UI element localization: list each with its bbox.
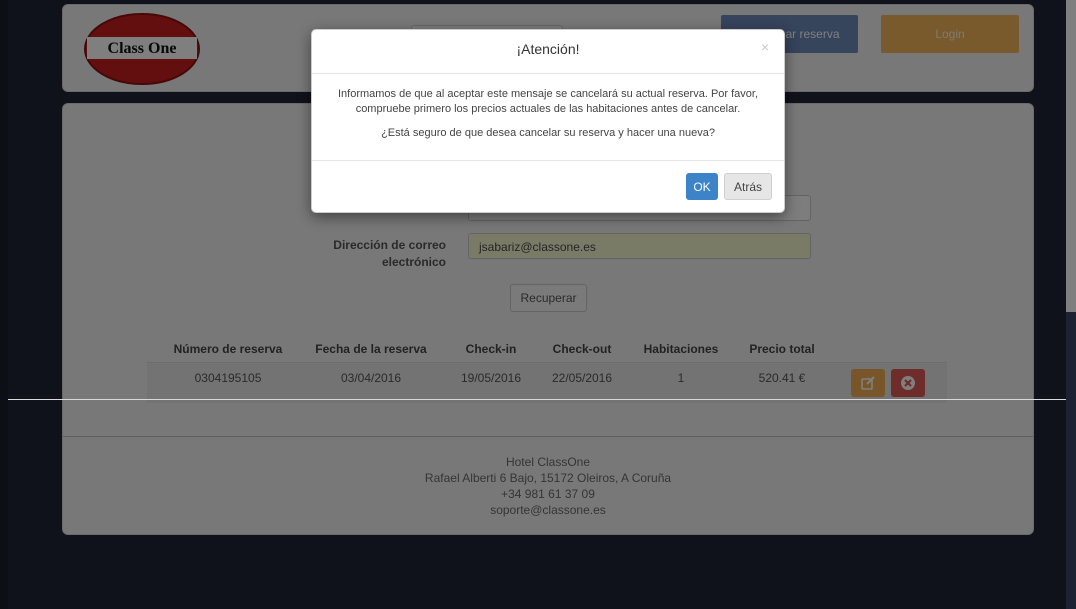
back-button[interactable]: Atrás <box>724 173 772 200</box>
close-icon[interactable]: × <box>761 39 769 55</box>
modal-title: ¡Atención! <box>516 41 580 57</box>
modal-message-line2: compruebe primero los precios actuales d… <box>355 103 741 115</box>
modal-header-divider <box>312 73 784 74</box>
ok-button[interactable]: OK <box>686 173 718 200</box>
confirm-modal: ¡Atención! × Informamos de que al acepta… <box>311 29 785 213</box>
modal-message-line1: Informamos de que al aceptar este mensaj… <box>337 88 759 100</box>
modal-question: ¿Está seguro de que desea cancelar su re… <box>381 127 715 139</box>
overlay-hairline <box>8 399 1066 400</box>
modal-footer-divider <box>312 160 784 161</box>
